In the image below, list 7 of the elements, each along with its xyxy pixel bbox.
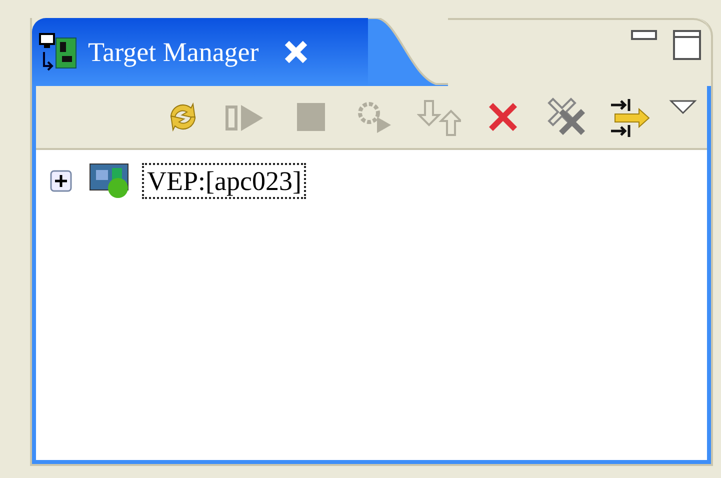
maximize-button[interactable] <box>673 30 701 60</box>
tree-item[interactable]: VEP:[apc023] <box>142 163 306 199</box>
target-icon <box>38 32 78 72</box>
expand-icon[interactable] <box>50 170 72 192</box>
view-tab[interactable]: Target Manager <box>32 18 368 86</box>
close-icon[interactable] <box>282 39 309 65</box>
view-title: Target Manager <box>88 36 259 68</box>
